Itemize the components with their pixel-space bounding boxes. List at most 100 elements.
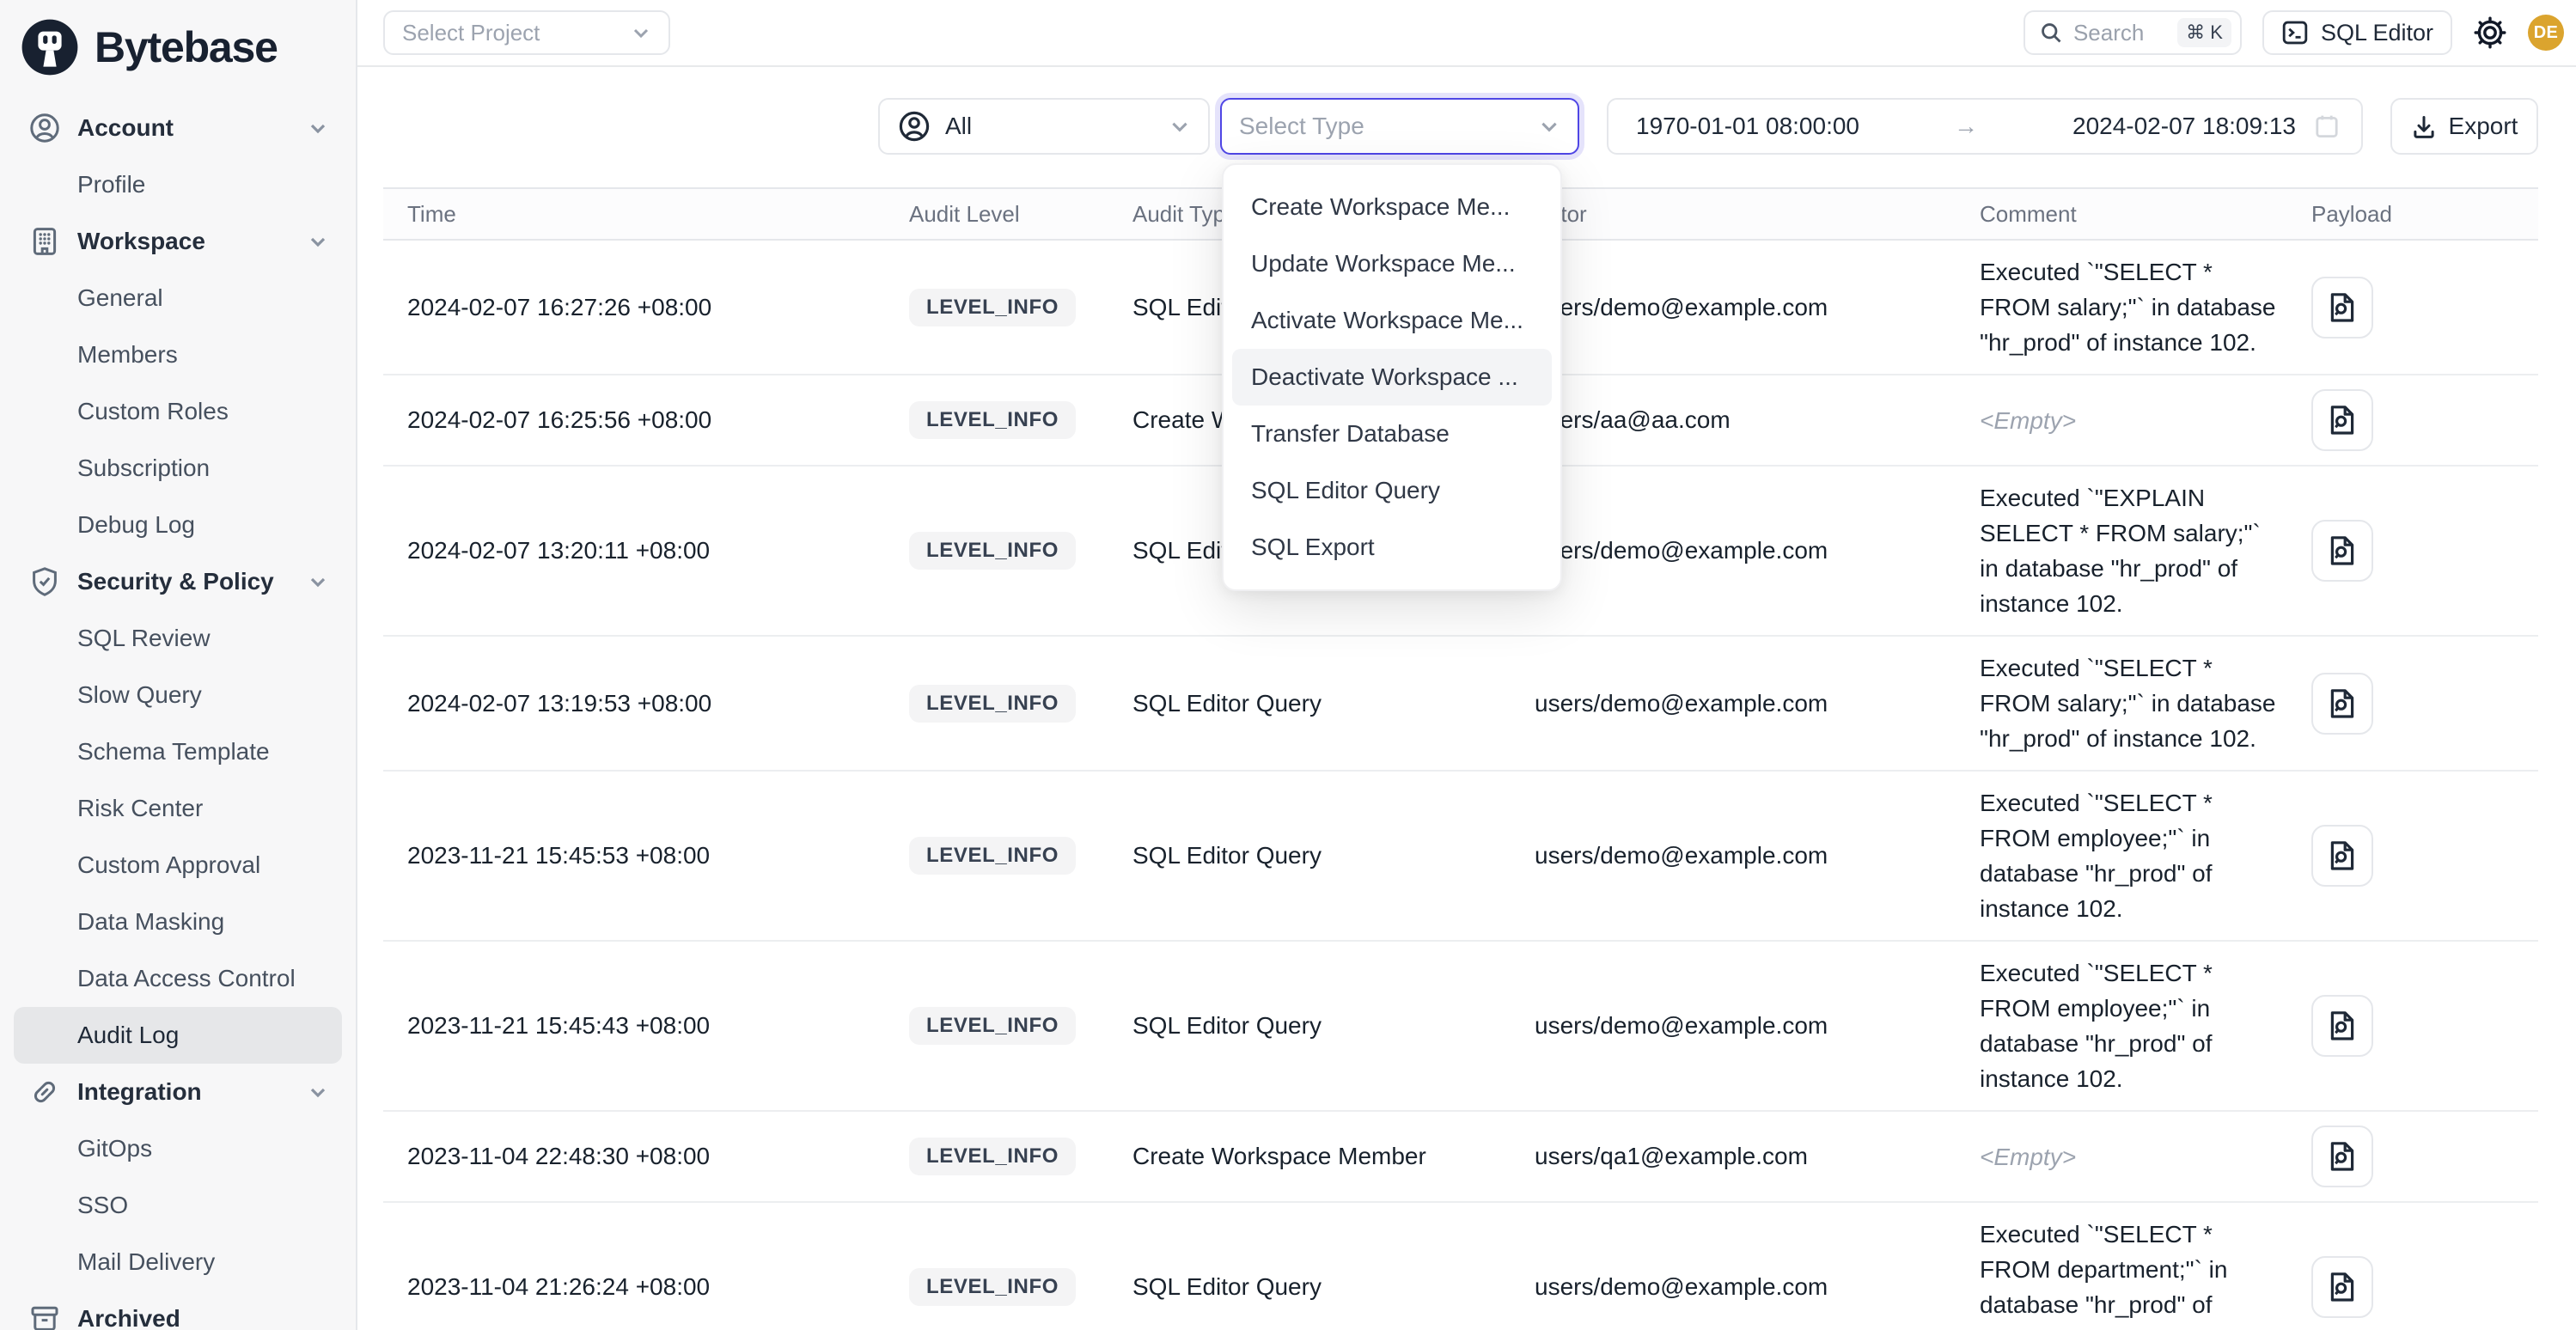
sidebar-item-sso[interactable]: SSO	[14, 1177, 342, 1234]
cell-time: 2024-02-07 13:20:11 +08:00	[383, 537, 909, 564]
link-icon	[27, 1075, 62, 1109]
view-payload-button[interactable]	[2311, 277, 2373, 339]
sidebar-item-gitops[interactable]: GitOps	[14, 1120, 342, 1177]
sidebar-item-label: Data Masking	[77, 908, 224, 936]
sidebar-item-archived[interactable]: Archived	[14, 1290, 342, 1330]
cell-time: 2024-02-07 16:25:56 +08:00	[383, 406, 909, 434]
sidebar-item-label: Subscription	[77, 455, 210, 482]
sidebar-item-integration[interactable]: Integration	[14, 1064, 342, 1120]
menu-item-create-workspace-member[interactable]: Create Workspace Me...	[1232, 179, 1552, 235]
menu-item-sql-export[interactable]: SQL Export	[1232, 519, 1552, 576]
menu-item-sql-editor-query[interactable]: SQL Editor Query	[1232, 462, 1552, 519]
download-icon	[2411, 113, 2437, 139]
cell-actor: users/aa@aa.com	[1535, 406, 1980, 434]
sidebar-item-members[interactable]: Members	[14, 326, 342, 383]
chevron-down-icon	[308, 571, 328, 592]
cell-comment: <Empty>	[1980, 403, 2311, 438]
bytebase-app: Bytebase Account Profile Workspace Gener…	[0, 0, 2576, 1330]
table-row: 2023-11-04 21:26:24 +08:00 LEVEL_INFO SQ…	[383, 1203, 2538, 1330]
table-row: 2023-11-04 22:48:30 +08:00 LEVEL_INFO Cr…	[383, 1112, 2538, 1203]
menu-item-update-workspace-member[interactable]: Update Workspace Me...	[1232, 235, 1552, 292]
shield-check-icon	[27, 564, 62, 599]
sidebar-item-subscription[interactable]: Subscription	[14, 440, 342, 497]
view-payload-button[interactable]	[2311, 1126, 2373, 1187]
audit-type-filter-select[interactable]: Select Type	[1220, 98, 1579, 155]
cell-time: 2023-11-21 15:45:53 +08:00	[383, 842, 909, 869]
date-range-picker[interactable]: 1970-01-01 08:00:00 → 2024-02-07 18:09:1…	[1607, 98, 2363, 155]
sidebar-item-general[interactable]: General	[14, 270, 342, 326]
cell-actor: users/demo@example.com	[1535, 1273, 1980, 1301]
sidebar-item-label: Profile	[77, 171, 145, 198]
user-avatar[interactable]: DE	[2528, 15, 2564, 51]
arrow-right-icon: →	[1859, 113, 2072, 140]
sidebar-item-profile[interactable]: Profile	[14, 156, 342, 213]
sidebar-item-mail-delivery[interactable]: Mail Delivery	[14, 1234, 342, 1290]
bytebase-logo-icon	[21, 18, 79, 76]
chevron-down-icon	[1538, 115, 1560, 137]
sidebar-item-label: Members	[77, 341, 178, 369]
sidebar-nav: Account Profile Workspace General Member…	[0, 82, 356, 1330]
filter-toolbar: All Select Type 1970-01-01 08:00:00 → 20…	[357, 67, 2576, 155]
sidebar-item-custom-roles[interactable]: Custom Roles	[14, 383, 342, 440]
sidebar-item-security-policy[interactable]: Security & Policy	[14, 553, 342, 610]
sidebar-item-data-masking[interactable]: Data Masking	[14, 894, 342, 950]
cell-time: 2024-02-07 16:27:26 +08:00	[383, 294, 909, 321]
date-range-end[interactable]: 2024-02-07 18:09:13	[2072, 113, 2296, 140]
audit-level-badge: LEVEL_INFO	[909, 685, 1076, 723]
view-payload-button[interactable]	[2311, 1256, 2373, 1318]
sql-editor-button[interactable]: SQL Editor	[2262, 10, 2452, 55]
cell-audit-type: Create Workspace Member	[1132, 1143, 1535, 1170]
topbar: Select Project Search ⌘ K SQL Editor DE	[357, 0, 2576, 67]
cell-actor: users/qa1@example.com	[1535, 1143, 1980, 1170]
sidebar-item-label: Schema Template	[77, 738, 270, 766]
cell-comment: Executed `"EXPLAIN SELECT * FROM salary;…	[1980, 480, 2311, 621]
building-icon	[27, 224, 62, 259]
sidebar-item-schema-template[interactable]: Schema Template	[14, 723, 342, 780]
view-payload-button[interactable]	[2311, 825, 2373, 887]
sidebar-item-account[interactable]: Account	[14, 100, 342, 156]
file-search-icon	[2323, 685, 2361, 723]
chevron-down-icon	[308, 1082, 328, 1102]
sidebar-item-slow-query[interactable]: Slow Query	[14, 667, 342, 723]
settings-gear-icon[interactable]	[2473, 15, 2507, 50]
cell-comment: Executed `"SELECT * FROM employee;"` in …	[1980, 955, 2311, 1096]
cell-actor: users/demo@example.com	[1535, 294, 1980, 321]
type-filter-placeholder: Select Type	[1239, 113, 1364, 140]
menu-item-activate-workspace-member[interactable]: Activate Workspace Me...	[1232, 292, 1552, 349]
cell-actor: users/demo@example.com	[1535, 842, 1980, 869]
view-payload-button[interactable]	[2311, 520, 2373, 582]
select-project-dropdown[interactable]: Select Project	[383, 10, 670, 55]
column-header-comment: Comment	[1980, 201, 2311, 228]
sidebar-item-label: Custom Approval	[77, 851, 260, 879]
view-payload-button[interactable]	[2311, 389, 2373, 451]
calendar-icon	[2313, 113, 2341, 140]
search-placeholder: Search	[2073, 20, 2167, 46]
chevron-down-icon	[631, 22, 651, 43]
sidebar-item-sql-review[interactable]: SQL Review	[14, 610, 342, 667]
select-project-label: Select Project	[402, 20, 540, 46]
sidebar-item-audit-log[interactable]: Audit Log	[14, 1007, 342, 1064]
cell-time: 2023-11-04 22:48:30 +08:00	[383, 1143, 909, 1170]
sidebar-item-workspace[interactable]: Workspace	[14, 213, 342, 270]
sidebar-item-debug-log[interactable]: Debug Log	[14, 497, 342, 553]
audit-type-dropdown-menu: Create Workspace Me... Update Workspace …	[1222, 163, 1562, 591]
sidebar-item-label: Debug Log	[77, 511, 195, 539]
date-range-start[interactable]: 1970-01-01 08:00:00	[1636, 113, 1859, 140]
menu-item-deactivate-workspace-member[interactable]: Deactivate Workspace ...	[1232, 349, 1552, 406]
sidebar-item-risk-center[interactable]: Risk Center	[14, 780, 342, 837]
sidebar-item-label: Integration	[77, 1078, 202, 1106]
menu-item-transfer-database[interactable]: Transfer Database	[1232, 406, 1552, 462]
search-input[interactable]: Search ⌘ K	[2024, 10, 2242, 55]
sidebar-item-label: Security & Policy	[77, 568, 274, 595]
cell-comment: Executed `"SELECT * FROM salary;"` in da…	[1980, 254, 2311, 360]
view-payload-button[interactable]	[2311, 995, 2373, 1057]
view-payload-button[interactable]	[2311, 673, 2373, 735]
audit-level-badge: LEVEL_INFO	[909, 1007, 1076, 1045]
audit-level-badge: LEVEL_INFO	[909, 401, 1076, 439]
export-button[interactable]: Export	[2390, 98, 2538, 155]
audit-level-badge: LEVEL_INFO	[909, 837, 1076, 875]
brand-logo[interactable]: Bytebase	[0, 0, 356, 82]
sidebar-item-custom-approval[interactable]: Custom Approval	[14, 837, 342, 894]
actor-filter-select[interactable]: All	[878, 98, 1210, 155]
sidebar-item-data-access-control[interactable]: Data Access Control	[14, 950, 342, 1007]
